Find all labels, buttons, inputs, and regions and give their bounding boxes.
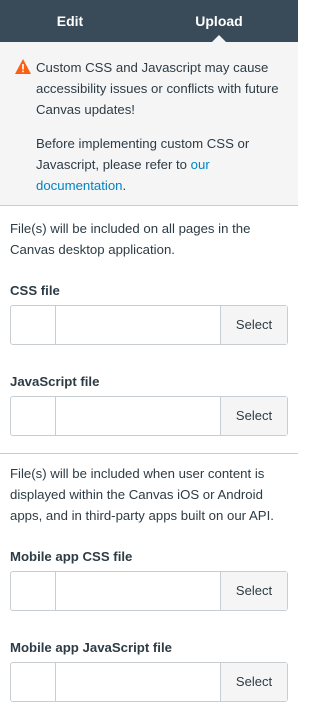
- js-file-input[interactable]: [56, 397, 221, 435]
- css-file-prefix: [11, 306, 56, 344]
- js-file-picker: Select: [10, 396, 288, 436]
- mobile-description: File(s) will be included when user conte…: [10, 466, 274, 523]
- section-divider: [0, 453, 298, 454]
- desktop-description: File(s) will be included on all pages in…: [10, 221, 251, 257]
- warning-refer-text: Before implementing custom CSS or Javasc…: [36, 133, 286, 196]
- js-file-label: JavaScript file: [10, 374, 100, 389]
- mobile-css-file-input[interactable]: [56, 572, 221, 610]
- css-select-button[interactable]: Select: [220, 306, 287, 344]
- warning-refer-suffix: .: [122, 178, 127, 193]
- warning-panel: Custom CSS and Javascript may cause acce…: [0, 42, 298, 206]
- js-file-prefix: [11, 397, 56, 435]
- mobile-css-select-button[interactable]: Select: [220, 572, 287, 610]
- js-select-button[interactable]: Select: [220, 397, 287, 435]
- tab-bar: Edit Upload: [0, 0, 298, 43]
- css-file-picker: Select: [10, 305, 288, 345]
- mobile-js-file-label: Mobile app JavaScript file: [10, 640, 172, 655]
- mobile-js-select-button[interactable]: Select: [220, 663, 287, 701]
- css-file-input[interactable]: [56, 306, 221, 344]
- tab-edit[interactable]: Edit: [0, 0, 140, 42]
- mobile-js-file-picker: Select: [10, 662, 288, 702]
- mobile-js-file-input[interactable]: [56, 663, 221, 701]
- mobile-css-file-prefix: [11, 572, 56, 610]
- warning-icon: [15, 59, 31, 79]
- mobile-css-file-picker: Select: [10, 571, 288, 611]
- warning-refer-prefix: Before implementing custom CSS or Javasc…: [36, 136, 250, 172]
- mobile-js-file-prefix: [11, 663, 56, 701]
- warning-message: Custom CSS and Javascript may cause acce…: [36, 60, 279, 117]
- css-file-label: CSS file: [10, 283, 60, 298]
- mobile-css-file-label: Mobile app CSS file: [10, 549, 133, 564]
